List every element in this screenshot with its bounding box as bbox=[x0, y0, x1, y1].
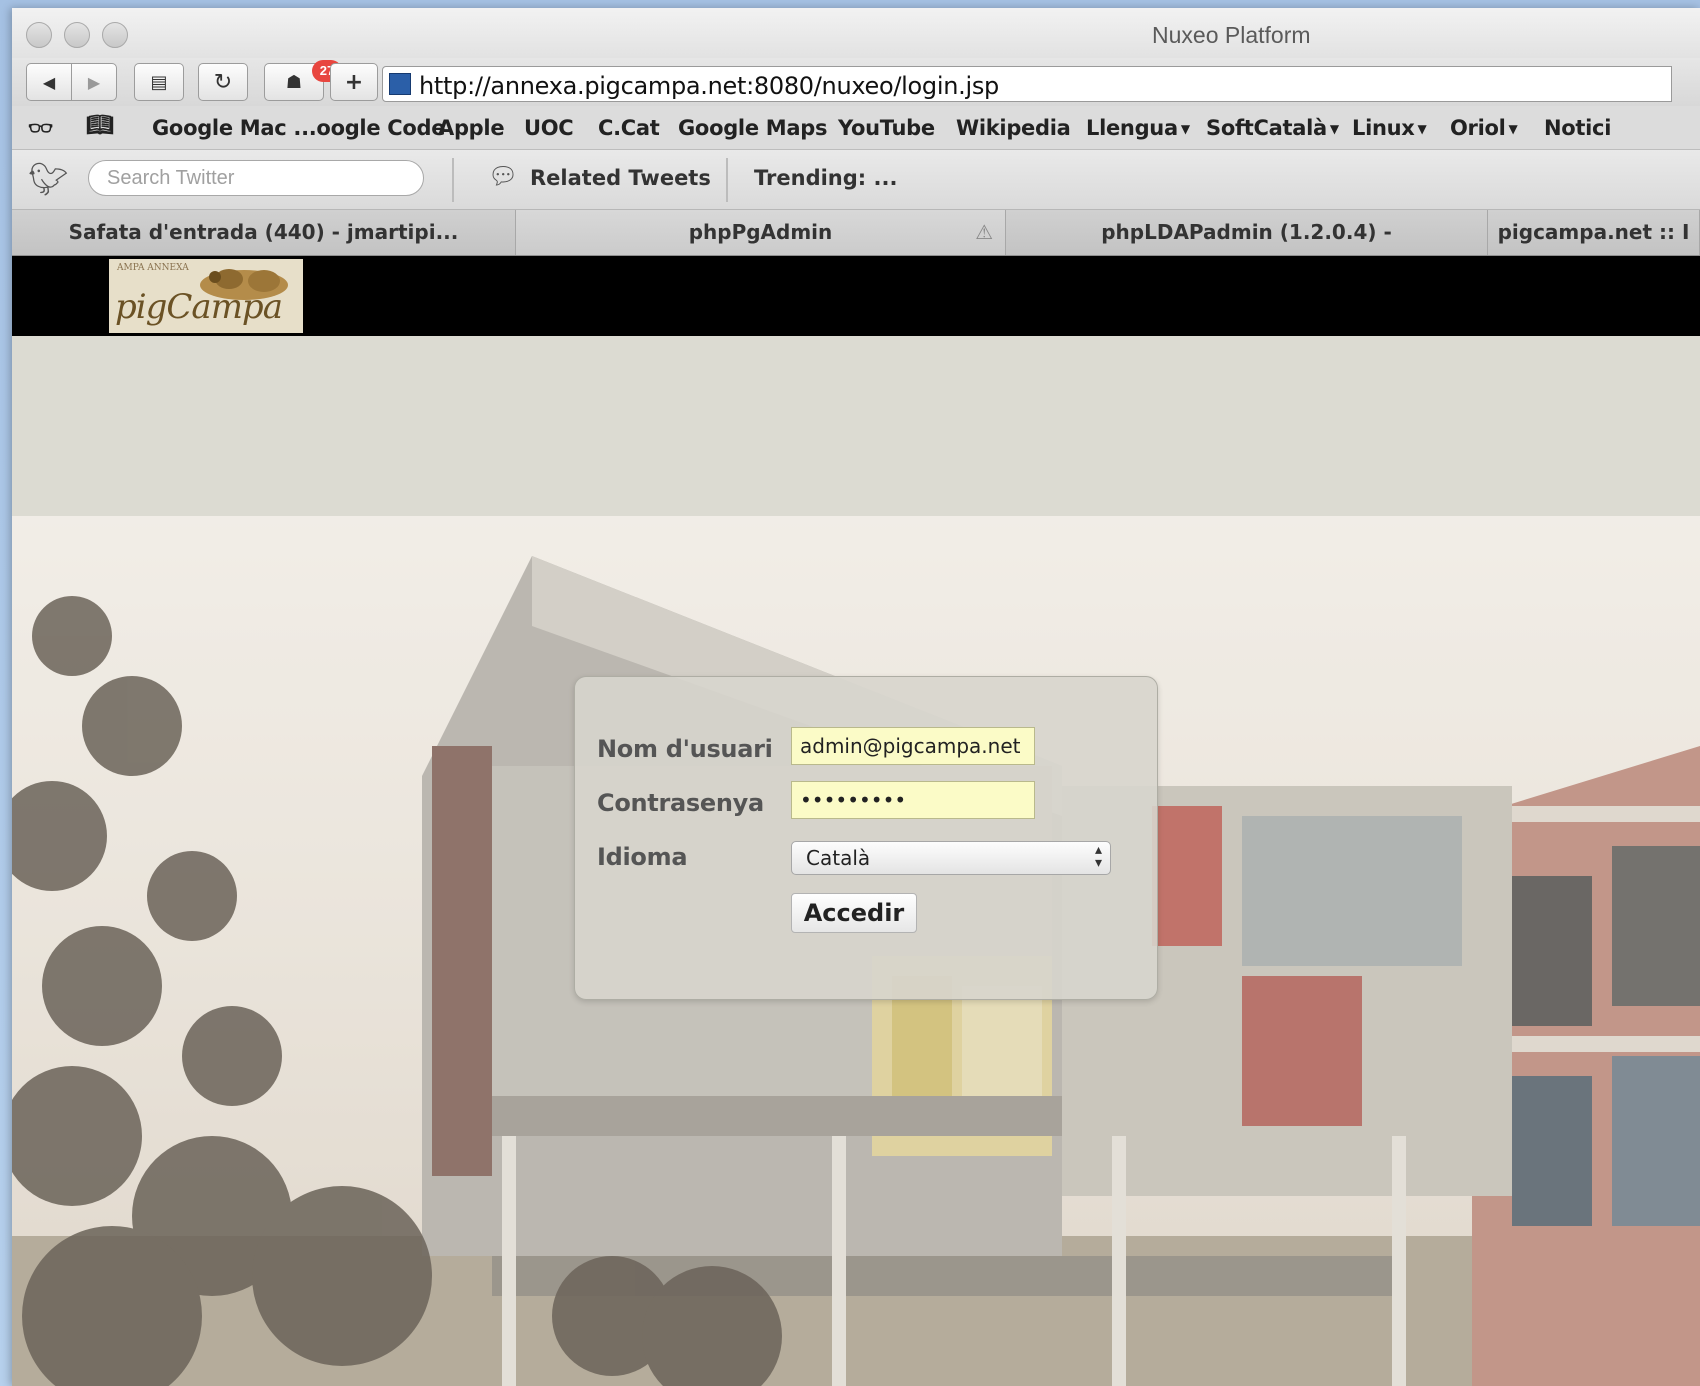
password-label: Contrasenya bbox=[597, 789, 764, 817]
page-content: AMPA ANNEXA pigCampa Nom d'usuari admin@… bbox=[12, 256, 1700, 1386]
bookmark-youtube[interactable]: YouTube bbox=[838, 116, 935, 140]
username-label: Nom d'usuari bbox=[597, 735, 773, 763]
new-tab-button[interactable]: + bbox=[330, 63, 378, 101]
back-button[interactable]: ◀ bbox=[26, 63, 72, 101]
bookmark-google-mac[interactable]: Google Mac ...oogle Code bbox=[152, 116, 446, 140]
select-arrows-icon: ▴ ▾ bbox=[1094, 842, 1102, 871]
tab-phppgadmin[interactable]: phpPgAdmin ⚠ bbox=[516, 210, 1006, 255]
language-select[interactable]: Català ▴ ▾ bbox=[791, 841, 1111, 875]
address-bar[interactable]: http://annexa.pigcampa.net:8080/nuxeo/lo… bbox=[382, 66, 1672, 102]
forward-arrow-icon: ▶ bbox=[87, 72, 101, 92]
reading-list-icon[interactable]: 👓︎ bbox=[28, 116, 53, 140]
bookmark-folder-label: SoftCatalà bbox=[1206, 116, 1327, 140]
tab-label: phpPgAdmin bbox=[688, 220, 833, 244]
users-icon: ☗ bbox=[285, 71, 303, 93]
logo-name: pigCampa bbox=[115, 287, 283, 327]
close-window-button[interactable] bbox=[26, 22, 52, 48]
tab-bar: Safata d'entrada (440) - jmartipi... php… bbox=[12, 210, 1700, 256]
bookmarks-bar: 👓︎ 📖︎ Google Mac ...oogle Code Apple UOC… bbox=[12, 106, 1700, 150]
bookmark-folder-label: Linux bbox=[1352, 116, 1415, 140]
chevron-down-icon: ▼ bbox=[1329, 122, 1339, 136]
chevron-down-icon: ▼ bbox=[1180, 122, 1190, 136]
header-band bbox=[12, 336, 1700, 516]
twitter-bird-icon[interactable]: 🐦︎ bbox=[28, 160, 69, 198]
password-input[interactable]: ••••••••• bbox=[791, 781, 1035, 819]
twitter-toolbar: 🐦︎ Search Twitter 💬︎ Related Tweets Tren… bbox=[12, 150, 1700, 210]
toolbar-divider bbox=[452, 158, 454, 202]
tab-mail[interactable]: Safata d'entrada (440) - jmartipi... bbox=[12, 210, 516, 255]
url-text[interactable]: http://annexa.pigcampa.net:8080/nuxeo/lo… bbox=[419, 72, 999, 100]
bookmark-notici[interactable]: Notici bbox=[1544, 116, 1611, 140]
toolbar-divider bbox=[726, 158, 728, 202]
site-logo[interactable]: AMPA ANNEXA pigCampa bbox=[109, 259, 303, 333]
bookmark-folder-softcatala[interactable]: SoftCatalà ▼ bbox=[1206, 116, 1339, 140]
navigation-toolbar: ◀ ▶ ▤ ↻ ☗ 27 + http://annexa.pigcampa.ne… bbox=[12, 58, 1700, 106]
back-arrow-icon: ◀ bbox=[42, 72, 56, 92]
logo-subtitle: AMPA ANNEXA bbox=[117, 263, 189, 273]
bookmarks-book-icon[interactable]: 📖︎ bbox=[86, 113, 114, 138]
bookmark-folder-label: Llengua bbox=[1086, 116, 1178, 140]
twitter-search-input[interactable]: Search Twitter bbox=[88, 160, 424, 196]
reload-button[interactable]: ↻ bbox=[198, 63, 248, 101]
username-input[interactable]: admin@pigcampa.net bbox=[791, 727, 1035, 765]
bookmark-folder-oriol[interactable]: Oriol ▼ bbox=[1450, 116, 1518, 140]
add-icon: + bbox=[344, 69, 364, 95]
chevron-down-icon: ▼ bbox=[1417, 122, 1427, 136]
bookmark-ccat[interactable]: C.Cat bbox=[598, 116, 660, 140]
chevron-down-icon: ▼ bbox=[1508, 122, 1518, 136]
translate-button[interactable]: ▤ bbox=[134, 63, 184, 101]
language-select-value: Català bbox=[806, 846, 871, 870]
trending-label[interactable]: Trending: ... bbox=[754, 166, 897, 190]
bookmark-apple[interactable]: Apple bbox=[438, 116, 505, 140]
translate-icon: ▤ bbox=[150, 71, 168, 93]
forward-button[interactable]: ▶ bbox=[71, 63, 117, 101]
reload-icon: ↻ bbox=[213, 69, 233, 95]
bookmark-wikipedia[interactable]: Wikipedia bbox=[956, 116, 1071, 140]
language-label: Idioma bbox=[597, 843, 688, 871]
login-submit-button[interactable]: Accedir bbox=[791, 893, 917, 933]
site-favicon-icon bbox=[389, 73, 411, 95]
minimize-window-button[interactable] bbox=[64, 22, 90, 48]
zoom-window-button[interactable] bbox=[102, 22, 128, 48]
title-bar: Nuxeo Platform bbox=[12, 8, 1700, 58]
bookmark-folder-label: Oriol bbox=[1450, 116, 1506, 140]
warning-icon: ⚠ bbox=[975, 220, 993, 244]
window-title: Nuxeo Platform bbox=[1152, 22, 1311, 48]
speech-bubble-icon: 💬︎ bbox=[488, 163, 519, 190]
related-tweets-button[interactable]: Related Tweets bbox=[530, 166, 711, 190]
bookmark-folder-llengua[interactable]: Llengua ▼ bbox=[1086, 116, 1190, 140]
tab-phpldapadmin[interactable]: phpLDAPadmin (1.2.0.4) - bbox=[1006, 210, 1488, 255]
site-header: AMPA ANNEXA pigCampa bbox=[12, 256, 1700, 336]
bookmark-uoc[interactable]: UOC bbox=[524, 116, 574, 140]
login-form: Nom d'usuari admin@pigcampa.net Contrase… bbox=[574, 676, 1158, 1000]
bookmark-google-maps[interactable]: Google Maps bbox=[678, 116, 827, 140]
tab-pigcampa[interactable]: pigcampa.net :: I bbox=[1488, 210, 1700, 255]
browser-window: Nuxeo Platform ◀ ▶ ▤ ↻ ☗ 27 + http://ann… bbox=[12, 8, 1700, 1386]
bookmark-folder-linux[interactable]: Linux ▼ bbox=[1352, 116, 1427, 140]
